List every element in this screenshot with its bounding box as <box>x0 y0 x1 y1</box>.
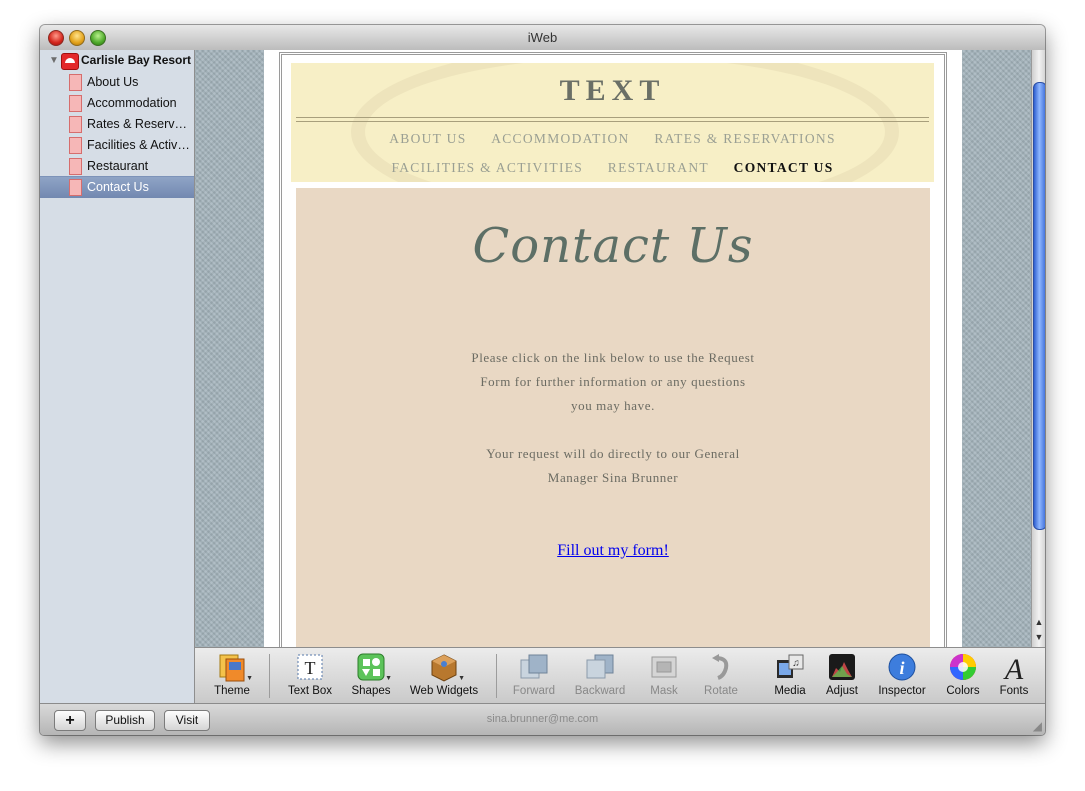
web-widgets-icon: ▼ <box>429 652 465 682</box>
fonts-icon: A <box>999 652 1029 686</box>
site-title[interactable]: TEXT <box>291 74 934 108</box>
sidebar-page-about-us[interactable]: About Us <box>40 72 194 93</box>
text-line: Manager Sina Brunner <box>547 470 679 485</box>
text-line: Your request will do directly to our Gen… <box>486 446 740 461</box>
status-bar: + Publish Visit sina.brunner@me.com ◢ <box>40 703 1045 735</box>
media-icon: ♫ <box>775 652 805 682</box>
site-name: Carlisle Bay Resort <box>81 53 192 67</box>
web-widgets-button[interactable]: ▼ Web Widgets <box>409 652 479 697</box>
nav-link-about-us[interactable]: ABOUT US <box>389 131 466 146</box>
svg-text:♫: ♫ <box>792 658 800 669</box>
navigation-row-2: FACILITIES & ACTIVITIES RESTAURANT CONTA… <box>291 160 934 176</box>
info-icon: i <box>887 652 917 682</box>
sidebar-page-label: Accommodation <box>87 96 177 110</box>
fill-form-link[interactable]: Fill out my form! <box>296 542 930 560</box>
backward-label: Backward <box>574 685 626 697</box>
content-panel[interactable]: Contact Us Please click on the link belo… <box>296 188 930 647</box>
page-icon <box>69 137 82 154</box>
nav-link-restaurant[interactable]: RESTAURANT <box>608 160 709 175</box>
sidebar-page-rates-reservations[interactable]: Rates & Reservations <box>40 114 194 135</box>
toolbar-separator <box>269 654 270 698</box>
disclosure-triangle-icon[interactable]: ▼ <box>49 56 59 66</box>
shapes-button[interactable]: ▼ Shapes <box>336 652 406 697</box>
sidebar-page-accommodation[interactable]: Accommodation <box>40 93 194 114</box>
sidebar-page-facilities-activities[interactable]: Facilities & Activities <box>40 135 194 156</box>
rotate-icon <box>706 652 736 682</box>
shapes-label: Shapes <box>351 685 391 697</box>
nav-link-rates-reservations[interactable]: RATES & RESERVATIONS <box>654 131 835 146</box>
color-wheel-icon <box>948 652 978 682</box>
svg-text:i: i <box>899 658 904 678</box>
theme-label: Theme <box>214 685 250 697</box>
nav-link-contact-us[interactable]: CONTACT US <box>734 160 834 175</box>
rotate-button[interactable]: Rotate <box>686 652 756 697</box>
page-icon <box>69 179 82 196</box>
page-icon <box>69 158 82 175</box>
title-bar[interactable]: iWeb <box>40 25 1045 51</box>
text-box-label: Text Box <box>287 685 333 697</box>
manager-paragraph[interactable]: Your request will do directly to our Gen… <box>296 442 930 490</box>
bring-forward-icon <box>519 652 549 682</box>
sidebar-page-contact-us[interactable]: Contact Us <box>40 176 194 198</box>
header-rule <box>296 121 929 122</box>
forward-label: Forward <box>512 685 556 697</box>
text-line: Please click on the link below to use th… <box>471 350 755 365</box>
adjust-icon <box>827 652 857 682</box>
scroll-down-arrow-icon[interactable]: ▼ <box>1032 630 1045 644</box>
fonts-label: Fonts <box>999 685 1029 697</box>
svg-text:A: A <box>1003 653 1024 682</box>
vertical-scrollbar[interactable]: ▲ ▼ <box>1031 50 1045 647</box>
shapes-icon: ▼ <box>356 652 392 682</box>
iweb-window: iWeb ▼ Carlisle Bay Resort About Us Acco… <box>40 25 1045 735</box>
navigation-row-1: ABOUT US ACCOMMODATION RATES & RESERVATI… <box>291 131 934 147</box>
toolbar-separator <box>496 654 497 698</box>
page-icon <box>69 116 82 133</box>
page-icon <box>69 95 82 112</box>
site-icon <box>61 53 79 70</box>
sidebar-page-label: About Us <box>87 75 139 89</box>
site-organizer-sidebar: ▼ Carlisle Bay Resort About Us Accommoda… <box>40 50 195 703</box>
svg-text:T: T <box>305 658 316 678</box>
intro-paragraph[interactable]: Please click on the link below to use th… <box>296 346 930 418</box>
site-item[interactable]: ▼ Carlisle Bay Resort <box>40 51 194 71</box>
sidebar-page-label: Rates & Reservations <box>87 117 191 131</box>
text-box-button[interactable]: T Text Box <box>275 652 345 697</box>
sidebar-page-label: Restaurant <box>87 159 149 173</box>
page-heading[interactable]: Contact Us <box>296 218 930 274</box>
window-title: iWeb <box>527 30 558 45</box>
inspector-label: Inspector <box>878 685 926 697</box>
forward-button[interactable]: Forward <box>499 652 569 697</box>
backward-button[interactable]: Backward <box>565 652 635 697</box>
scrollbar-thumb[interactable] <box>1033 82 1045 530</box>
text-box-icon: T <box>295 652 325 682</box>
rotate-label: Rotate <box>704 685 738 697</box>
theme-button[interactable]: ▼ Theme <box>197 652 267 697</box>
fonts-button[interactable]: A Fonts <box>979 652 1045 697</box>
bottom-toolbar: ▼ Theme T Text Box ▼ Shapes ▼ Web Widget… <box>195 647 1045 704</box>
theme-icon: ▼ <box>217 652 253 682</box>
send-backward-icon <box>585 652 615 682</box>
page-canvas[interactable]: TEXT ABOUT US ACCOMMODATION RATES & RESE… <box>195 50 1031 647</box>
page-icon <box>69 74 82 91</box>
sidebar-page-label: Facilities & Activities <box>87 138 191 152</box>
scroll-up-arrow-icon[interactable]: ▲ <box>1032 615 1045 629</box>
mobileme-account: sina.brunner@me.com <box>486 713 599 725</box>
header-rule <box>296 117 929 118</box>
sidebar-page-restaurant[interactable]: Restaurant <box>40 156 194 177</box>
resize-grip-icon[interactable]: ◢ <box>1033 719 1042 733</box>
text-line: you may have. <box>571 398 655 413</box>
nav-link-accommodation[interactable]: ACCOMMODATION <box>491 131 629 146</box>
header-band[interactable]: TEXT ABOUT US ACCOMMODATION RATES & RESE… <box>291 63 934 182</box>
text-line: Form for further information or any ques… <box>480 374 746 389</box>
inspector-button[interactable]: i Inspector <box>867 652 937 697</box>
nav-link-facilities-activities[interactable]: FACILITIES & ACTIVITIES <box>391 160 583 175</box>
mask-icon <box>649 652 679 682</box>
sidebar-page-label: Contact Us <box>87 180 149 194</box>
web-widgets-label: Web Widgets <box>409 685 479 697</box>
